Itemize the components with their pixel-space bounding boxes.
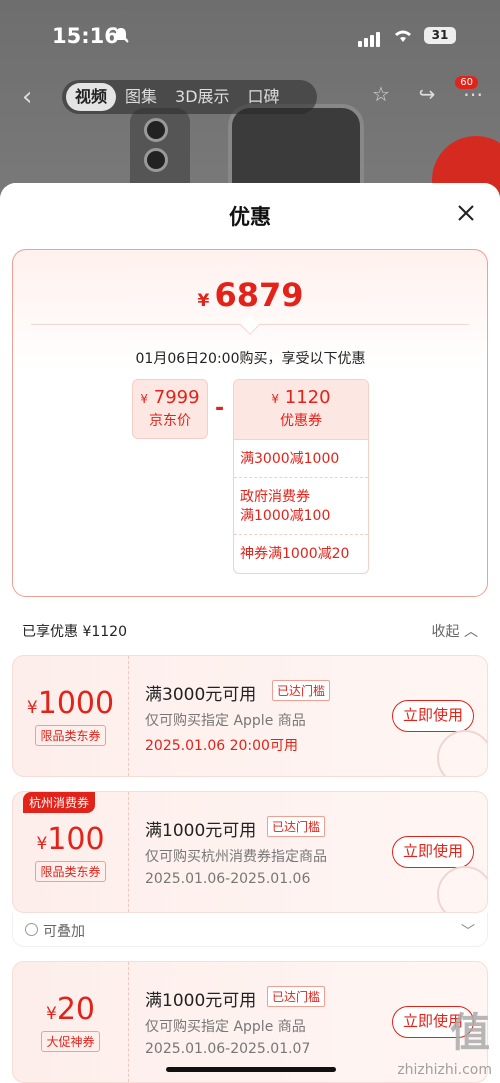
price-summary-section: ¥ 6879 01月06日20:00购买，享受以下优惠 ¥ 7999 京东价 -… [0,245,500,611]
sheet-title: 优惠 [229,205,271,229]
price-summary-card: ¥ 6879 01月06日20:00购买，享受以下优惠 ¥ 7999 京东价 -… [12,249,488,597]
threshold-met-tag: 已达门槛 [267,816,326,837]
received-stamp [437,730,487,776]
enjoyed-discount-label: 已享优惠 ¥1120 [22,624,127,640]
stack-icon [25,923,38,936]
jd-price-value: 7999 [153,387,200,408]
jd-price-label: 京东价 [149,413,191,429]
camera-lens [144,118,168,142]
watermark-logo: 值 [450,1010,492,1056]
received-stamp [437,866,487,912]
coupon-amount: 20 [56,992,95,1027]
share-icon[interactable]: ↪ [414,82,440,108]
tab-gallery[interactable]: 图集 [116,83,166,111]
coupon-breakdown-item: 满3000减1000 [234,440,368,478]
currency-symbol: ¥ [45,1004,57,1024]
use-now-button[interactable]: 立即使用 [392,700,474,732]
discount-sheet: 优惠 ¥ 6879 01月06日20:00购买，享受以下优惠 ¥ 7999 京东… [0,183,500,1083]
coupon-type-badge: 限品类东券 [35,861,106,882]
coupon-validity: 2025.01.06-2025.01.06 [145,871,311,887]
nav-actions: ☆ ↪ ⋯ 60 [368,76,486,108]
coupon-validity: 2025.01.06-2025.01.07 [145,1041,311,1057]
site-watermark: 值 zhizhizhi.com [397,1000,492,1078]
sheet-header: 优惠 [0,183,500,245]
coupon-description: 仅可购买指定 Apple 商品 [145,713,306,729]
stackable-label: 可叠加 [43,924,85,940]
coupon-breakdown-box: ¥ 1120 优惠券 满3000减1000 政府消费券 满1000减100 神券… [233,379,369,574]
coupon-label: 优惠券 [280,413,322,429]
coupon-corner-tag: 杭州消费券 [23,792,96,813]
use-now-button[interactable]: 立即使用 [392,836,474,868]
media-tabs: 视频 图集 3D展示 口碑 [62,80,317,114]
currency-symbol: ¥ [271,392,280,406]
final-price-value: 6879 [214,276,304,314]
coupon-condition: 满3000元可用 [145,685,257,705]
coupon-breakdown-item: 政府消费券 满1000减100 [234,478,368,535]
coupon-description: 仅可购买杭州消费券指定商品 [145,849,327,865]
chevron-up-icon: ︿ [464,624,478,640]
coupon-amount-panel: ¥1000 限品类东券 [13,656,129,776]
coupon-condition: 满1000元可用 [145,821,257,841]
coupon-card: 杭州消费券 ¥100 限品类东券 满1000元可用 已达门槛 仅可购买杭州消费券… [12,791,488,913]
stackable-row[interactable]: 可叠加 ﹀ [12,913,488,947]
coupon-type-badge: 限品类东券 [35,725,106,746]
cellular-signal-icon [358,28,382,47]
tab-video[interactable]: 视频 [66,83,117,111]
coupon-validity: 2025.01.06 20:00可用 [145,738,298,754]
collapse-label: 收起 [431,624,460,640]
coupon-amount-panel: ¥20 大促神券 [13,962,129,1082]
coupon-condition: 满1000元可用 [145,991,257,1011]
enjoyed-discount-row: 已享优惠 ¥1120 收起 ︿ [0,611,500,655]
star-icon[interactable]: ☆ [368,82,394,108]
coupon-type-badge: 大促神券 [41,1031,100,1052]
status-time: 15:16 [52,24,119,48]
back-chevron-icon[interactable]: ‹ [22,82,32,112]
message-count-badge: 60 [455,76,478,89]
home-indicator[interactable] [166,1067,336,1072]
divider-notch [240,315,260,335]
coupon-total-value: 1120 [284,387,331,408]
watermark-url: zhizhizhi.com [397,1062,492,1078]
battery-indicator: 31 [424,27,456,44]
coupon-description: 仅可购买指定 Apple 商品 [145,1019,306,1035]
tab-reviews[interactable]: 口碑 [239,83,289,111]
threshold-met-tag: 已达门槛 [272,680,331,701]
jd-price-box: ¥ 7999 京东价 [132,379,208,439]
more-icon[interactable]: ⋯ 60 [455,76,486,108]
coupon-amount: 100 [47,822,105,857]
status-bar: 15:16 31 [0,0,500,70]
minus-sign: - [215,396,225,421]
currency-symbol: ¥ [26,698,38,718]
currency-symbol: ¥ [197,291,210,311]
coupon-breakdown-item: 神券满1000减20 [240,546,350,562]
chevron-down-icon: ﹀ [461,924,475,940]
wifi-icon [395,30,411,42]
silent-bell-icon [113,27,129,43]
close-icon[interactable] [456,203,476,223]
promo-time-text: 01月06日20:00购买，享受以下优惠 [135,351,366,367]
camera-lens [144,148,168,172]
threshold-met-tag: 已达门槛 [267,986,326,1007]
coupon-card: ¥1000 限品类东券 满3000元可用 已达门槛 仅可购买指定 Apple 商… [12,655,488,777]
collapse-button[interactable]: 收起 ︿ [432,621,478,641]
coupon-amount: 1000 [37,686,115,721]
currency-symbol: ¥ [36,834,48,854]
tab-3d[interactable]: 3D展示 [166,83,239,111]
currency-symbol: ¥ [140,392,149,406]
product-nav-bar: ‹ 视频 图集 3D展示 口碑 ☆ ↪ ⋯ 60 [0,76,500,114]
final-price: ¥ 6879 [13,276,488,314]
